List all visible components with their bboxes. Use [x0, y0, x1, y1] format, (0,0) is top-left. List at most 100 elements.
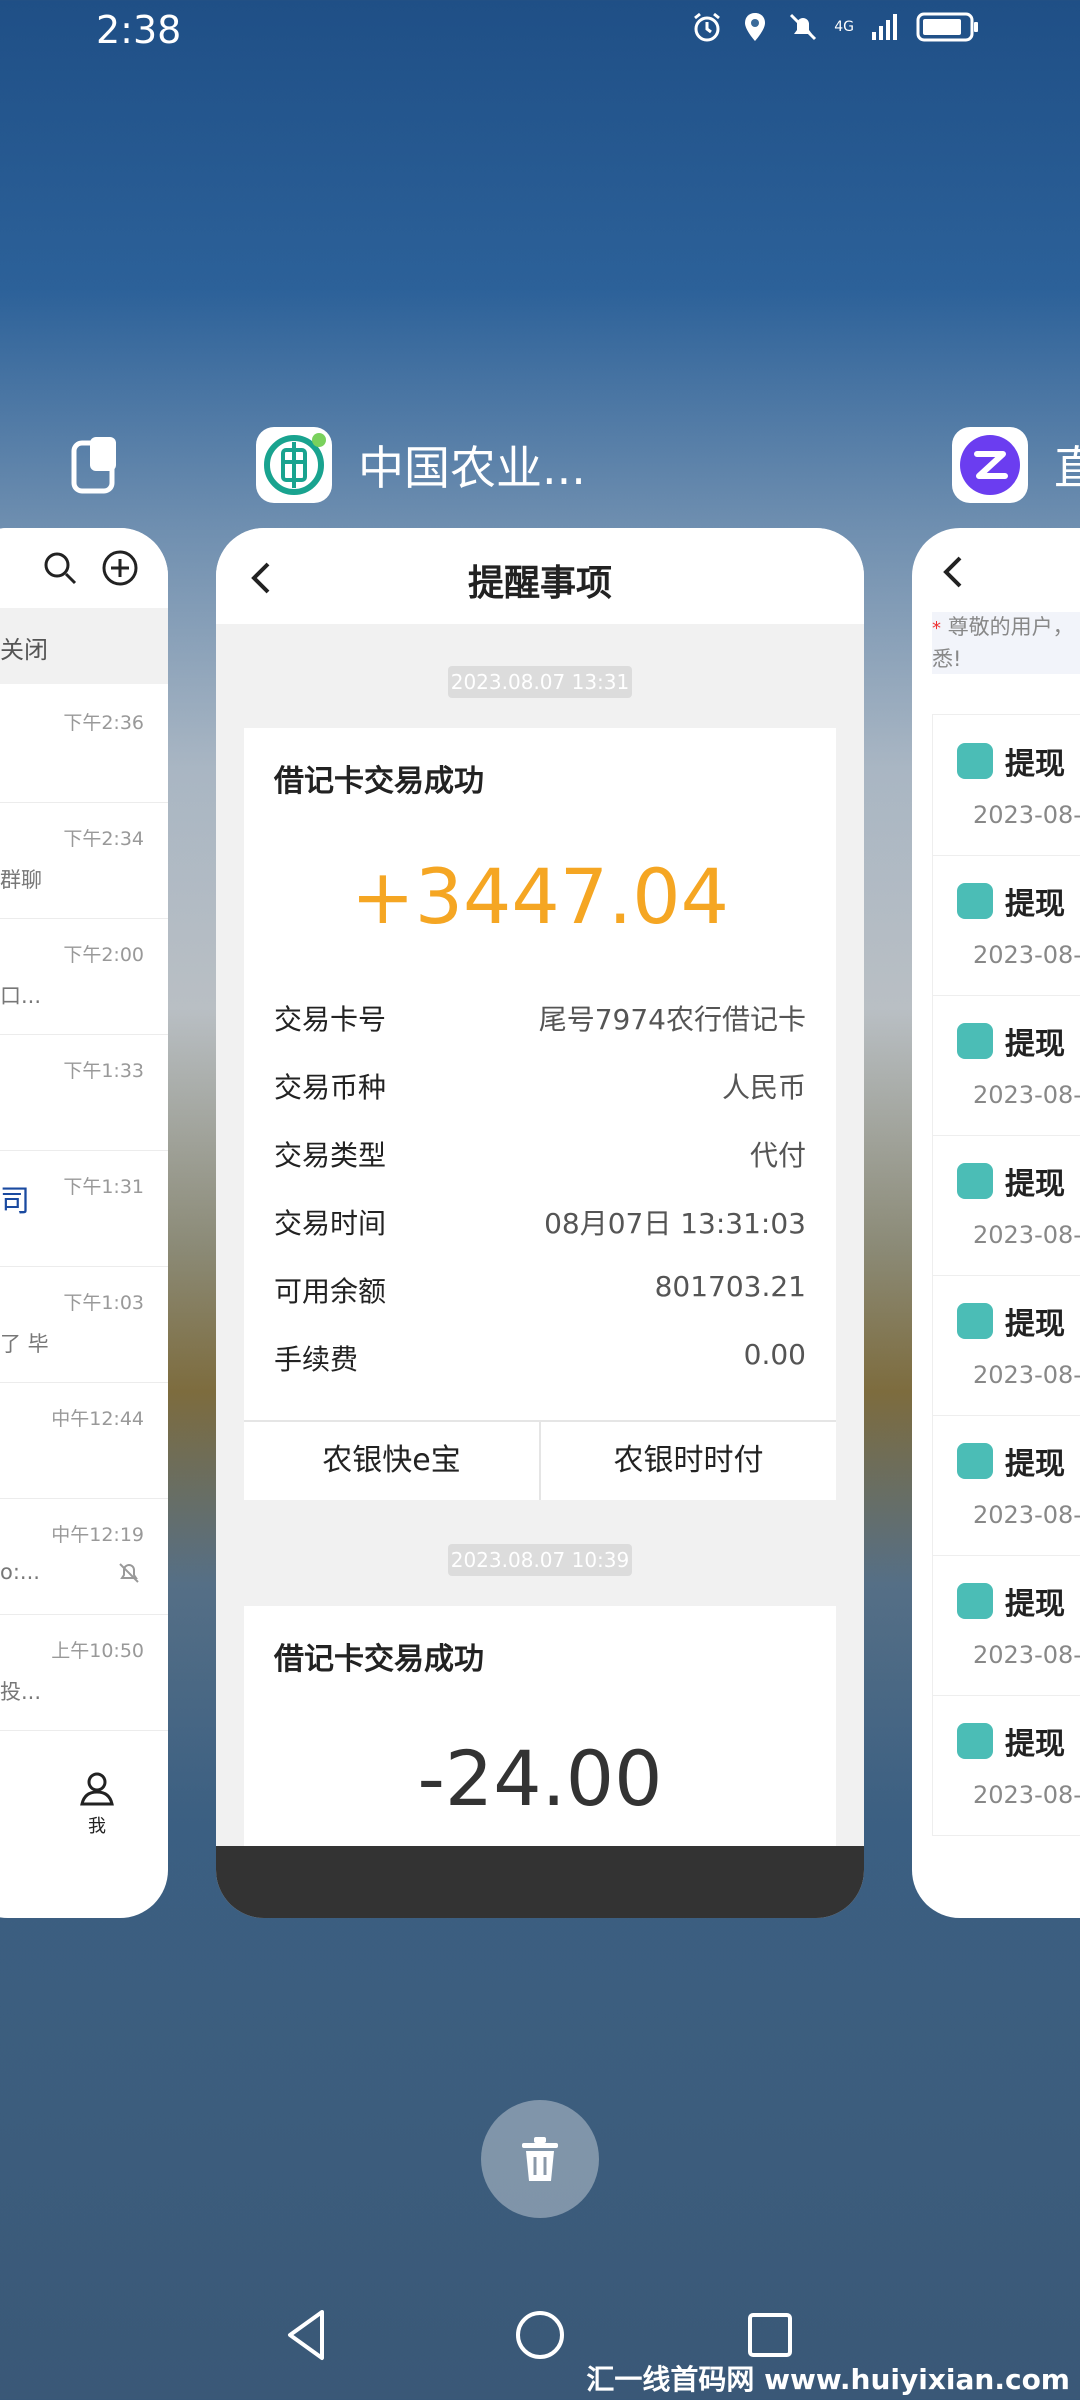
- message-timestamp: 2023.08.07 10:39: [448, 1544, 632, 1576]
- list-item[interactable]: 中午12:19 o:...: [0, 1498, 168, 1615]
- detail-row: 交易币种 人民币: [274, 1066, 806, 1116]
- item-time: 下午1:03: [63, 1292, 144, 1314]
- signal-icon: [872, 14, 897, 40]
- tab-me[interactable]: 我: [60, 1768, 134, 1838]
- left-card-toolbar: [0, 528, 168, 608]
- list-item[interactable]: 中午12:44: [0, 1382, 168, 1499]
- status-icons: 4G: [690, 10, 980, 44]
- list-item[interactable]: 提现 2023-08-: [933, 1695, 1080, 1836]
- kuai-e-bao-button[interactable]: 农银快e宝: [244, 1422, 541, 1500]
- required-asterisk: *: [932, 618, 941, 639]
- notice-text: * 尊敬的用户， 悉!: [932, 612, 1080, 674]
- list-item[interactable]: 下午1:33: [0, 1034, 168, 1151]
- transaction-amount: +3447.04: [351, 852, 729, 941]
- transaction-amount: -24.00: [417, 1734, 663, 1823]
- detail-key: 可用余额: [274, 1275, 387, 1308]
- shishi-fu-button[interactable]: 农银时时付: [541, 1422, 836, 1500]
- trash-icon: [522, 2137, 558, 2181]
- left-app-header[interactable]: [70, 410, 122, 520]
- item-date: 2023-08-: [973, 1361, 1080, 1389]
- detail-key: 交易类型: [274, 1139, 387, 1172]
- card-icon: [957, 1303, 993, 1339]
- item-time: 中午12:19: [51, 1524, 144, 1546]
- person-icon: [80, 1772, 114, 1806]
- withdraw-list: 提现 2023-08- 提现 2023-08- 提现 2023-08- 提现 2023-…: [932, 714, 1080, 1836]
- detail-value: 代付: [749, 1139, 806, 1172]
- detail-value: 08月07日 13:31:03: [544, 1207, 806, 1240]
- multiwindow-icon[interactable]: [70, 435, 122, 495]
- list-item[interactable]: 提现 2023-08-: [933, 715, 1080, 856]
- notice-content: 尊敬的用户， 悉!: [932, 615, 1074, 671]
- detail-row: 交易卡号 尾号7974农行借记卡: [274, 998, 806, 1048]
- detail-key: 交易币种: [274, 1071, 387, 1104]
- card-icon: [957, 1443, 993, 1479]
- mute-bell-icon: [790, 13, 817, 41]
- close-label[interactable]: 关闭: [0, 630, 48, 665]
- item-snippet: 司: [0, 1184, 30, 1219]
- message-title: 借记卡交易成功: [274, 764, 484, 799]
- center-app-header[interactable]: 中国农业...: [256, 410, 586, 520]
- item-date: 2023-08-: [973, 1221, 1080, 1249]
- right-app-header[interactable]: 直: [952, 410, 1080, 520]
- watermark-text: 汇一线首码网 www.huiyixian.com: [586, 2363, 1070, 2396]
- message-card[interactable]: 借记卡交易成功 +3447.04 交易卡号 尾号7974农行借记卡 交易币种 人民币…: [244, 728, 836, 1500]
- card-icon: [957, 1163, 993, 1199]
- right-app-card[interactable]: * 尊敬的用户， 悉! 提现 2023-08- 提现 2023-08- 提现 2023…: [912, 528, 1080, 1918]
- list-item[interactable]: 提现 2023-08-: [933, 855, 1080, 996]
- item-label: 提现: [1005, 1027, 1065, 1062]
- detail-value: 801703.21: [654, 1270, 806, 1303]
- item-label: 提现: [1005, 747, 1065, 782]
- list-item[interactable]: 下午2:36: [0, 686, 168, 803]
- battery-icon: [916, 12, 978, 42]
- item-snippet: 群聊: [0, 868, 42, 892]
- list-item[interactable]: 提现 2023-08-: [933, 1135, 1080, 1276]
- item-label: 提现: [1005, 1447, 1065, 1482]
- search-icon[interactable]: [40, 548, 80, 588]
- detail-row: 可用余额 801703.21: [274, 1270, 806, 1320]
- close-bar[interactable]: 关闭: [0, 608, 168, 684]
- item-label: 提现: [1005, 887, 1065, 922]
- abc-logo-icon: [264, 433, 326, 495]
- item-time: 下午1:33: [63, 1060, 144, 1082]
- card-icon: [957, 1583, 993, 1619]
- list-item[interactable]: 提现 2023-08-: [933, 1555, 1080, 1696]
- item-time: 下午1:31: [63, 1176, 144, 1198]
- list-item[interactable]: 提现 2023-08-: [933, 995, 1080, 1136]
- back-nav-icon[interactable]: [272, 2300, 342, 2370]
- list-item[interactable]: 下午1:31 司: [0, 1150, 168, 1267]
- left-app-card[interactable]: 关闭 下午2:36 下午2:34 群聊 下午2:00 口... 下午1:33 下午1…: [0, 528, 168, 1918]
- list-item[interactable]: 提现 2023-08-: [933, 1415, 1080, 1556]
- detail-key: 手续费: [274, 1343, 359, 1376]
- detail-row: 交易类型 代付: [274, 1134, 806, 1184]
- back-arrow-icon[interactable]: [934, 552, 974, 592]
- add-icon[interactable]: [100, 548, 140, 588]
- detail-row: 手续费 0.00: [274, 1338, 806, 1388]
- right-app-icon[interactable]: [952, 427, 1028, 503]
- item-time: 中午12:44: [51, 1408, 144, 1430]
- clear-all-button[interactable]: [481, 2100, 599, 2218]
- item-snippet: 了 毕: [0, 1332, 49, 1356]
- item-time: 下午2:00: [63, 944, 144, 966]
- network-label: 4G: [834, 19, 854, 35]
- status-bar: 2:38 4G: [0, 0, 1080, 70]
- item-date: 2023-08-: [973, 941, 1080, 969]
- center-app-name: 中国农业...: [358, 441, 586, 495]
- detail-row: 交易时间 08月07日 13:31:03: [274, 1202, 806, 1252]
- list-item[interactable]: 提现 2023-08-: [933, 1275, 1080, 1416]
- list-item[interactable]: 下午2:00 口...: [0, 918, 168, 1035]
- item-snippet: o:...: [0, 1560, 40, 1584]
- list-item[interactable]: 下午2:34 群聊: [0, 802, 168, 919]
- message-card[interactable]: 借记卡交易成功 -24.00: [244, 1606, 836, 1856]
- detail-value: 人民币: [721, 1071, 806, 1104]
- item-time: 下午2:34: [63, 828, 144, 850]
- list-item[interactable]: 下午1:03 了 毕: [0, 1266, 168, 1383]
- item-label: 提现: [1005, 1587, 1065, 1622]
- tab-me-label: 我: [88, 1816, 106, 1837]
- right-app-name: 直: [1054, 441, 1080, 495]
- home-nav-icon[interactable]: [505, 2300, 575, 2370]
- abc-bank-app-icon[interactable]: [256, 427, 332, 503]
- abc-bank-app-card[interactable]: 提醒事项 2023.08.07 13:31 借记卡交易成功 +3447.04 交…: [216, 528, 864, 1918]
- list-item[interactable]: 上午10:50 投...: [0, 1614, 168, 1731]
- purple-z-logo-icon: [960, 435, 1020, 495]
- item-label: 提现: [1005, 1727, 1065, 1762]
